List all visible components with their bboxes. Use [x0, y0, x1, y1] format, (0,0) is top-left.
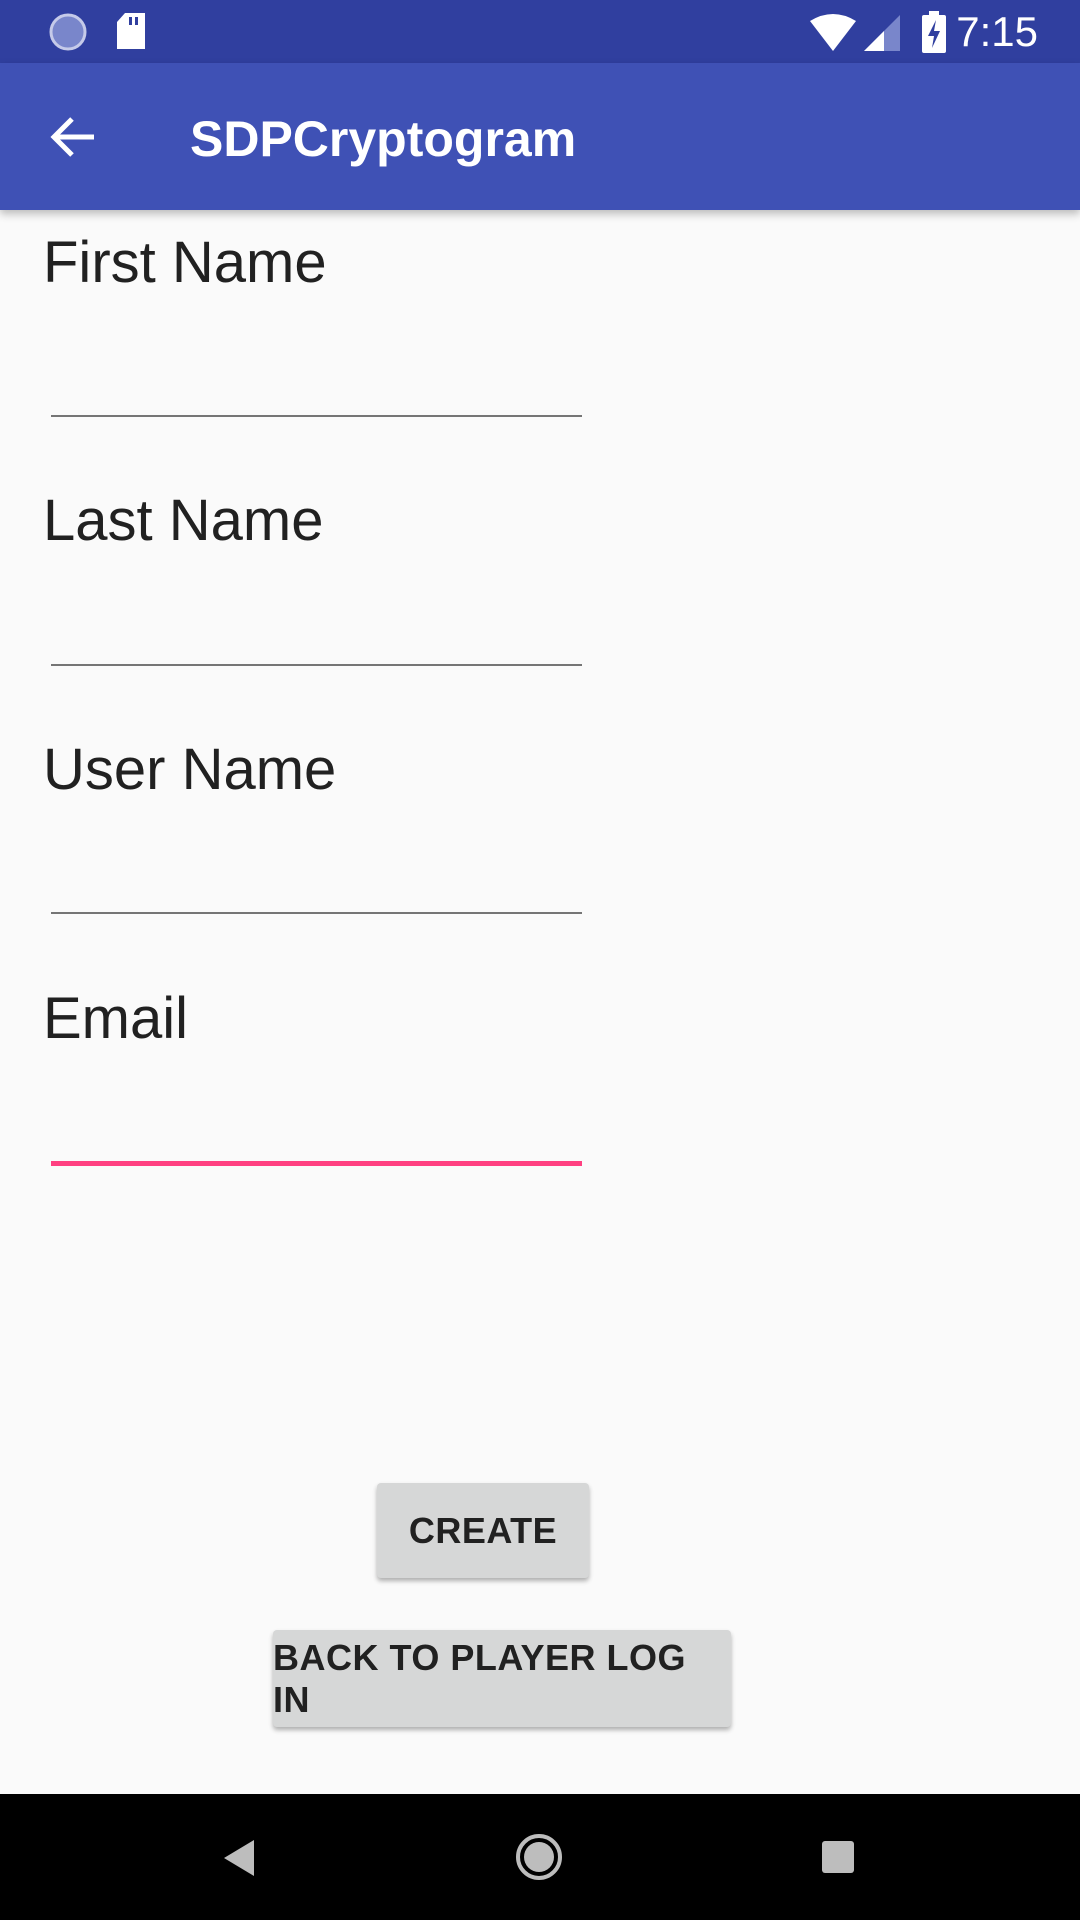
first-name-input[interactable]	[51, 340, 582, 420]
arrow-back-icon[interactable]	[48, 113, 98, 161]
nav-home-icon[interactable]	[515, 1833, 563, 1881]
create-button[interactable]: CREATE	[377, 1483, 589, 1578]
nav-back-icon[interactable]	[222, 1838, 258, 1878]
navigation-bar	[0, 1794, 1080, 1920]
last-name-input[interactable]	[51, 590, 582, 670]
last-name-label: Last Name	[43, 488, 324, 553]
first-name-label: First Name	[43, 230, 327, 295]
back-to-player-login-button[interactable]: BACK TO PLAYER LOG IN	[273, 1630, 731, 1727]
app-bar: SDPCryptogram	[0, 63, 1080, 210]
user-name-input[interactable]	[51, 840, 582, 920]
email-label: Email	[43, 986, 189, 1051]
nav-recents-icon[interactable]	[821, 1840, 855, 1874]
sd-card-icon	[117, 13, 145, 49]
signal-icon	[864, 15, 900, 51]
clock: 7:15	[956, 8, 1038, 55]
email-input[interactable]	[51, 1088, 582, 1168]
wifi-icon	[810, 14, 856, 51]
battery-charging-icon	[922, 11, 946, 53]
page-title: SDPCryptogram	[190, 111, 577, 167]
status-bar: 7:15	[0, 0, 1080, 63]
user-name-label: User Name	[43, 737, 337, 802]
sync-icon	[49, 13, 87, 51]
